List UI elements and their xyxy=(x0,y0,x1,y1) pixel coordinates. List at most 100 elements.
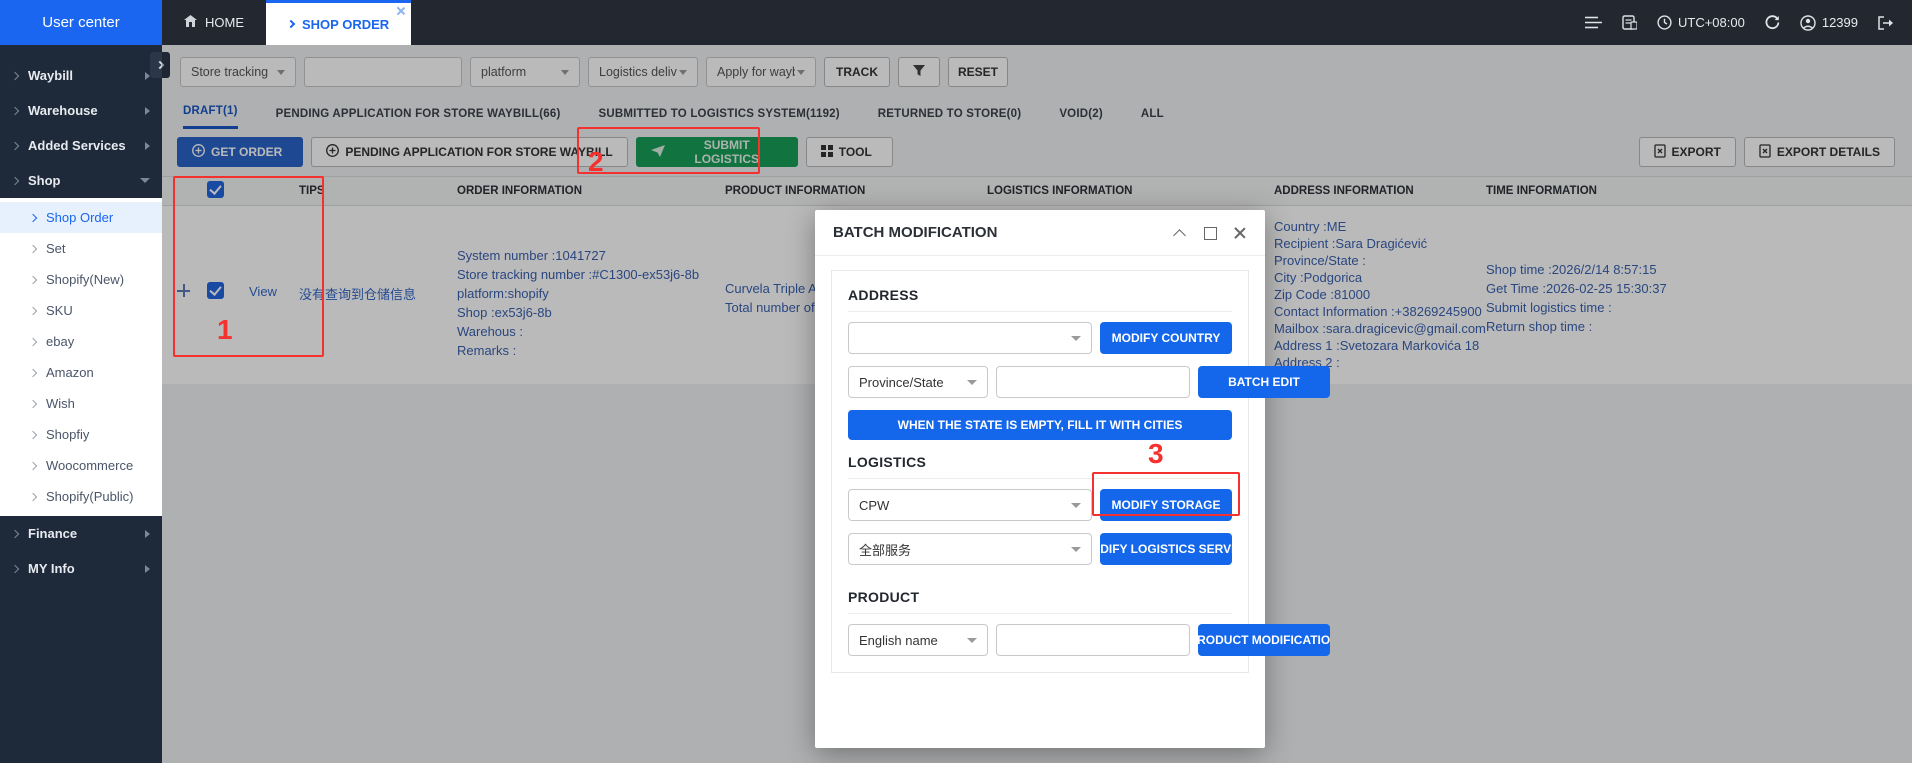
sub-item-label: Set xyxy=(46,241,66,256)
address-section-heading: ADDRESS xyxy=(848,287,1232,303)
sidebar-item-shop-order[interactable]: Shop Order xyxy=(0,202,162,233)
sidebar-item-warehouse[interactable]: Warehouse xyxy=(0,93,162,128)
timezone-indicator[interactable]: UTC+08:00 xyxy=(1657,15,1745,30)
sub-item-label: Shop Order xyxy=(46,210,113,225)
sidebar-item-wish[interactable]: Wish xyxy=(0,388,162,419)
sub-item-label: Wish xyxy=(46,396,75,411)
caret-down-icon xyxy=(140,178,150,183)
tab-shop-order-label: SHOP ORDER xyxy=(302,17,389,32)
caret-right-icon xyxy=(145,142,150,150)
annotation-box-1 xyxy=(173,176,324,357)
collapse-icon[interactable] xyxy=(1173,226,1187,240)
product-modification-button[interactable]: PRODUCT MODIFICATION xyxy=(1198,624,1330,656)
batch-edit-button[interactable]: BATCH EDIT xyxy=(1198,366,1330,398)
chevron-right-icon xyxy=(11,176,19,184)
sub-item-label: ebay xyxy=(46,334,74,349)
chevron-right-icon xyxy=(29,275,37,283)
refresh-icon[interactable] xyxy=(1765,15,1780,30)
chevron-right-icon xyxy=(29,213,37,221)
select-value: English name xyxy=(859,633,938,648)
sub-item-label: Amazon xyxy=(46,365,94,380)
chevron-right-icon xyxy=(11,564,19,572)
sidebar-item-label: MY Info xyxy=(28,561,75,576)
sidebar-item-label: Waybill xyxy=(28,68,73,83)
logistics-service-select[interactable]: 全部服务 xyxy=(848,533,1092,565)
caret-right-icon xyxy=(145,107,150,115)
topbar-right: UTC+08:00 12399 xyxy=(1585,0,1912,45)
batch-edit-input[interactable] xyxy=(996,366,1190,398)
sidebar-item-added-services[interactable]: Added Services xyxy=(0,128,162,163)
sidebar-item-ebay[interactable]: ebay xyxy=(0,326,162,357)
caret-right-icon xyxy=(145,530,150,538)
translate-icon[interactable] xyxy=(1622,15,1637,30)
sidebar-item-label: Finance xyxy=(28,526,77,541)
fill-state-with-cities-button[interactable]: WHEN THE STATE IS EMPTY, FILL IT WITH CI… xyxy=(848,410,1232,440)
sub-item-label: Woocommerce xyxy=(46,458,133,473)
sidebar-item-woocommerce[interactable]: Woocommerce xyxy=(0,450,162,481)
brand-title: User center xyxy=(0,0,162,45)
sidebar: Waybill Warehouse Added Services Shop Sh… xyxy=(0,45,162,763)
top-bar: User center HOME SHOP ORDER UTC+08:00 xyxy=(0,0,1912,45)
caret-down-icon xyxy=(1071,336,1081,341)
select-value: Province/State xyxy=(859,375,944,390)
close-tab-icon[interactable] xyxy=(396,6,406,16)
modal-header: BATCH MODIFICATION xyxy=(815,210,1265,256)
chevron-right-icon xyxy=(29,461,37,469)
user-count-label: 12399 xyxy=(1822,15,1858,30)
sidebar-item-waybill[interactable]: Waybill xyxy=(0,58,162,93)
chevron-right-icon xyxy=(29,492,37,500)
chevron-right-icon xyxy=(11,141,19,149)
timezone-label: UTC+08:00 xyxy=(1678,15,1745,30)
home-icon xyxy=(184,15,197,30)
product-field-select[interactable]: English name xyxy=(848,624,988,656)
sidebar-item-label: Shop xyxy=(28,173,61,188)
storage-select[interactable]: CPW xyxy=(848,489,1092,521)
annotation-number-3: 3 xyxy=(1148,438,1164,470)
close-icon[interactable] xyxy=(1233,226,1247,240)
modal-title: BATCH MODIFICATION xyxy=(833,224,997,241)
tab-shop-order[interactable]: SHOP ORDER xyxy=(266,0,411,45)
sidebar-item-shop[interactable]: Shop xyxy=(0,163,162,198)
modify-logistics-service-button[interactable]: MODIFY LOGISTICS SERVICE xyxy=(1100,533,1232,565)
sidebar-item-label: Added Services xyxy=(28,138,126,153)
sidebar-item-shopify-new[interactable]: Shopify(New) xyxy=(0,264,162,295)
sub-item-label: Shopify(Public) xyxy=(46,489,133,504)
maximize-icon[interactable] xyxy=(1203,226,1217,240)
tab-home[interactable]: HOME xyxy=(162,0,266,45)
sidebar-item-set[interactable]: Set xyxy=(0,233,162,264)
country-select[interactable] xyxy=(848,322,1092,354)
sub-item-label: Shopfiy xyxy=(46,427,89,442)
product-section-heading: PRODUCT xyxy=(848,589,1232,605)
annotation-number-1: 1 xyxy=(217,314,233,346)
sub-item-label: SKU xyxy=(46,303,73,318)
sidebar-item-finance[interactable]: Finance xyxy=(0,516,162,551)
product-modification-input[interactable] xyxy=(996,624,1190,656)
sidebar-item-amazon[interactable]: Amazon xyxy=(0,357,162,388)
sub-item-label: Shopify(New) xyxy=(46,272,124,287)
caret-down-icon xyxy=(967,380,977,385)
shop-submenu: Shop Order Set Shopify(New) SKU ebay Ama… xyxy=(0,198,162,516)
menu-list-icon[interactable] xyxy=(1585,16,1602,29)
chevron-right-icon xyxy=(29,244,37,252)
annotation-box-2 xyxy=(577,127,760,174)
user-badge[interactable]: 12399 xyxy=(1800,15,1858,31)
caret-down-icon xyxy=(1071,503,1081,508)
logistics-section-heading: LOGISTICS xyxy=(848,454,1232,470)
sidebar-item-label: Warehouse xyxy=(28,103,98,118)
tab-home-label: HOME xyxy=(205,15,244,30)
sidebar-item-shopify-public[interactable]: Shopify(Public) xyxy=(0,481,162,512)
sidebar-item-sku[interactable]: SKU xyxy=(0,295,162,326)
chevron-right-icon xyxy=(11,71,19,79)
chevron-right-icon xyxy=(29,368,37,376)
clock-icon xyxy=(1657,15,1672,30)
chevron-right-icon xyxy=(29,306,37,314)
select-value: 全部服务 xyxy=(859,540,911,559)
modify-country-button[interactable]: MODIFY COUNTRY xyxy=(1100,322,1232,354)
address-field-select[interactable]: Province/State xyxy=(848,366,988,398)
chevron-right-icon xyxy=(29,337,37,345)
chevron-right-icon xyxy=(11,106,19,114)
logout-icon[interactable] xyxy=(1878,16,1894,30)
sidebar-item-shopfiy[interactable]: Shopfiy xyxy=(0,419,162,450)
chevron-right-icon xyxy=(287,20,295,28)
sidebar-item-my-info[interactable]: MY Info xyxy=(0,551,162,586)
